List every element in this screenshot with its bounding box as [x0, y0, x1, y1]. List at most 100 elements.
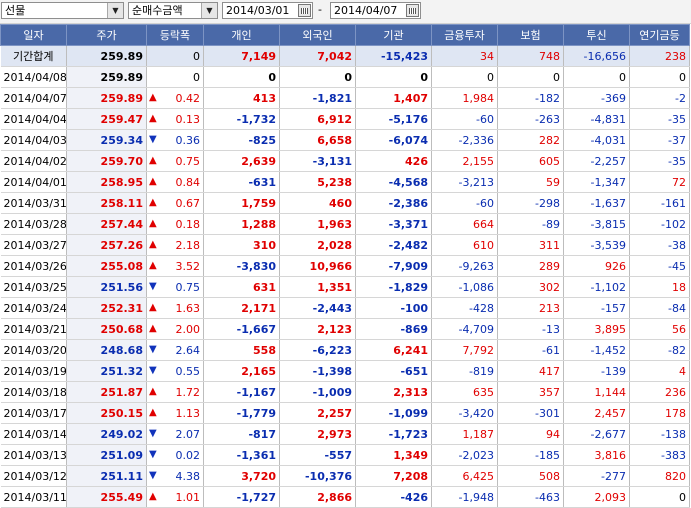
cell-price: 251.32 — [66, 360, 147, 382]
cell-foreign: -1,821 — [279, 87, 356, 109]
table-row[interactable]: 2014/04/01 258.95 ▲ 0.84 -631 5,238 -4,568 -3,2… — [0, 171, 690, 193]
table-row[interactable]: 2014/03/14 249.02 ▼ 2.07 -817 2,973 -1,723 1,18… — [0, 423, 690, 445]
column-header-individual[interactable]: 개인 — [203, 24, 280, 46]
column-header-date[interactable]: 일자 — [0, 24, 67, 46]
column-header-insurance[interactable]: 보험 — [497, 24, 564, 46]
start-date-value: 2014/03/01 — [226, 4, 290, 17]
cell-pension: 56 — [629, 318, 690, 340]
cell-price: 251.09 — [66, 444, 147, 466]
cell-institution: -1,099 — [355, 402, 432, 424]
cell-date: 2014/04/04 — [0, 108, 67, 130]
cell-institution: -7,909 — [355, 255, 432, 277]
cell-financial-investment: 664 — [431, 213, 498, 235]
table-row[interactable]: 2014/03/20 248.68 ▼ 2.64 558 -6,223 6,241 7,792… — [0, 339, 690, 361]
cell-investment-trust: -1,347 — [563, 171, 630, 193]
cell-financial-investment: 7,792 — [431, 339, 498, 361]
column-header-investment-trust[interactable]: 투신 — [563, 24, 630, 46]
table-row[interactable]: 2014/04/03 259.34 ▼ 0.36 -825 6,658 -6,074 -2,3… — [0, 129, 690, 151]
cell-institution: -1,829 — [355, 276, 432, 298]
chevron-down-icon[interactable]: ▼ — [107, 3, 123, 18]
column-header-foreign[interactable]: 외국인 — [279, 24, 356, 46]
cell-insurance: 311 — [497, 234, 564, 256]
column-header-pension[interactable]: 연기금등 — [629, 24, 690, 46]
total-row[interactable]: 기간합계 259.89 0 7,149 7,042 -15,423 34 748 -16,656… — [0, 45, 690, 67]
table-row[interactable]: 2014/04/08 259.89 0 0 0 0 0 0 0 0 — [0, 66, 690, 88]
end-date-value: 2014/04/07 — [334, 4, 398, 17]
triangle-up-icon: ▲ — [149, 491, 157, 502]
end-date-field[interactable]: 2014/04/07 — [330, 2, 421, 19]
cell-change: ▲ 1.63 — [146, 297, 204, 319]
triangle-up-icon: ▲ — [149, 218, 157, 229]
cell-individual: -817 — [203, 423, 280, 445]
metric-select-value: 순매수금액 — [132, 4, 183, 17]
metric-select[interactable]: 순매수금액 ▼ — [128, 2, 218, 19]
cell-date: 2014/03/13 — [0, 444, 67, 466]
cell-date: 2014/03/20 — [0, 339, 67, 361]
cell-institution: 1,407 — [355, 87, 432, 109]
cell-institution: 2,313 — [355, 381, 432, 403]
table-row[interactable]: 2014/04/02 259.70 ▲ 0.75 2,639 -3,131 426 2,155… — [0, 150, 690, 172]
table-row[interactable]: 2014/03/18 251.87 ▲ 1.72 -1,167 -1,009 2,313 63… — [0, 381, 690, 403]
chevron-down-icon[interactable]: ▼ — [201, 3, 217, 18]
column-header-price[interactable]: 주가 — [66, 24, 147, 46]
market-select[interactable]: 선물 ▼ — [1, 2, 124, 19]
cell-financial-investment: -1,086 — [431, 276, 498, 298]
triangle-up-icon: ▲ — [149, 155, 157, 166]
cell-investment-trust: -277 — [563, 465, 630, 487]
cell-date: 2014/03/25 — [0, 276, 67, 298]
table-row[interactable]: 2014/03/31 258.11 ▲ 0.67 1,759 460 -2,386 -60 -2… — [0, 192, 690, 214]
table-row[interactable]: 2014/03/24 252.31 ▲ 1.63 2,171 -2,443 -100 -428… — [0, 297, 690, 319]
calendar-icon[interactable] — [406, 4, 419, 17]
table-row[interactable]: 2014/03/11 255.49 ▲ 1.01 -1,727 2,866 -426 -1,9… — [0, 486, 690, 508]
cell-insurance: 282 — [497, 129, 564, 151]
change-value: 0.02 — [175, 448, 201, 462]
table-header: 일자 주가 등락폭 개인 외국인 기관 금융투자 보험 투신 연기금등 — [0, 24, 690, 46]
triangle-up-icon: ▲ — [149, 92, 157, 103]
market-select-value: 선물 — [5, 4, 26, 17]
change-value: 4.38 — [175, 469, 201, 483]
table-row[interactable]: 2014/03/19 251.32 ▼ 0.55 2,165 -1,398 -651 -819… — [0, 360, 690, 382]
triangle-down-icon: ▼ — [149, 449, 157, 460]
column-header-institution[interactable]: 기관 — [355, 24, 432, 46]
table-row[interactable]: 2014/04/04 259.47 ▲ 0.13 -1,732 6,912 -5,176 -6… — [0, 108, 690, 130]
cell-price: 249.02 — [66, 423, 147, 445]
toolbar: 선물 ▼ 순매수금액 ▼ 2014/03/01 - 2014/04/07 — [0, 0, 691, 24]
cell-investment-trust: 0 — [563, 66, 630, 88]
cell-foreign: 5,238 — [279, 171, 356, 193]
table-row[interactable]: 2014/03/28 257.44 ▲ 0.18 1,288 1,963 -3,371 664… — [0, 213, 690, 235]
cell-insurance: -301 — [497, 402, 564, 424]
table-row[interactable]: 2014/03/13 251.09 ▼ 0.02 -1,361 -557 1,349 -2,0… — [0, 444, 690, 466]
cell-insurance: -61 — [497, 339, 564, 361]
cell-pension: -37 — [629, 129, 690, 151]
cell-investment-trust: -369 — [563, 87, 630, 109]
cell-foreign: -10,376 — [279, 465, 356, 487]
change-value: 0.42 — [175, 91, 201, 105]
calendar-icon[interactable] — [298, 4, 311, 17]
cell-foreign: 0 — [279, 66, 356, 88]
cell-financial-investment: -9,263 — [431, 255, 498, 277]
column-header-financial-investment[interactable]: 금융투자 — [431, 24, 498, 46]
cell-change: ▲ 1.13 — [146, 402, 204, 424]
table-row[interactable]: 2014/03/27 257.26 ▲ 2.18 310 2,028 -2,482 610 31… — [0, 234, 690, 256]
table-row[interactable]: 2014/03/12 251.11 ▼ 4.38 3,720 -10,376 7,208 6,… — [0, 465, 690, 487]
table-row[interactable]: 2014/03/21 250.68 ▲ 2.00 -1,667 2,123 -869 -4,7… — [0, 318, 690, 340]
column-header-change[interactable]: 등락폭 — [146, 24, 204, 46]
table-row[interactable]: 2014/03/26 255.08 ▲ 3.52 -3,830 10,966 -7,909-… — [0, 255, 690, 277]
cell-insurance: 605 — [497, 150, 564, 172]
cell-investment-trust: -4,831 — [563, 108, 630, 130]
cell-date: 2014/03/11 — [0, 486, 67, 508]
table-row[interactable]: 2014/03/25 251.56 ▼ 0.75 631 1,351 -1,829 -1,08… — [0, 276, 690, 298]
table-row[interactable]: 2014/04/07 259.89 ▲ 0.42 413 -1,821 1,407 1,984… — [0, 87, 690, 109]
cell-pension: -138 — [629, 423, 690, 445]
change-value: 1.72 — [175, 385, 201, 399]
cell-individual: -1,167 — [203, 381, 280, 403]
triangle-down-icon: ▼ — [149, 365, 157, 376]
start-date-field[interactable]: 2014/03/01 — [222, 2, 313, 19]
cell-foreign: -6,223 — [279, 339, 356, 361]
cell-date: 2014/03/26 — [0, 255, 67, 277]
cell-pension: -35 — [629, 108, 690, 130]
cell-individual: 2,639 — [203, 150, 280, 172]
table-row[interactable]: 2014/03/17 250.15 ▲ 1.13 -1,779 2,257 -1,099 -3… — [0, 402, 690, 424]
cell-insurance: -463 — [497, 486, 564, 508]
cell-foreign: -2,443 — [279, 297, 356, 319]
